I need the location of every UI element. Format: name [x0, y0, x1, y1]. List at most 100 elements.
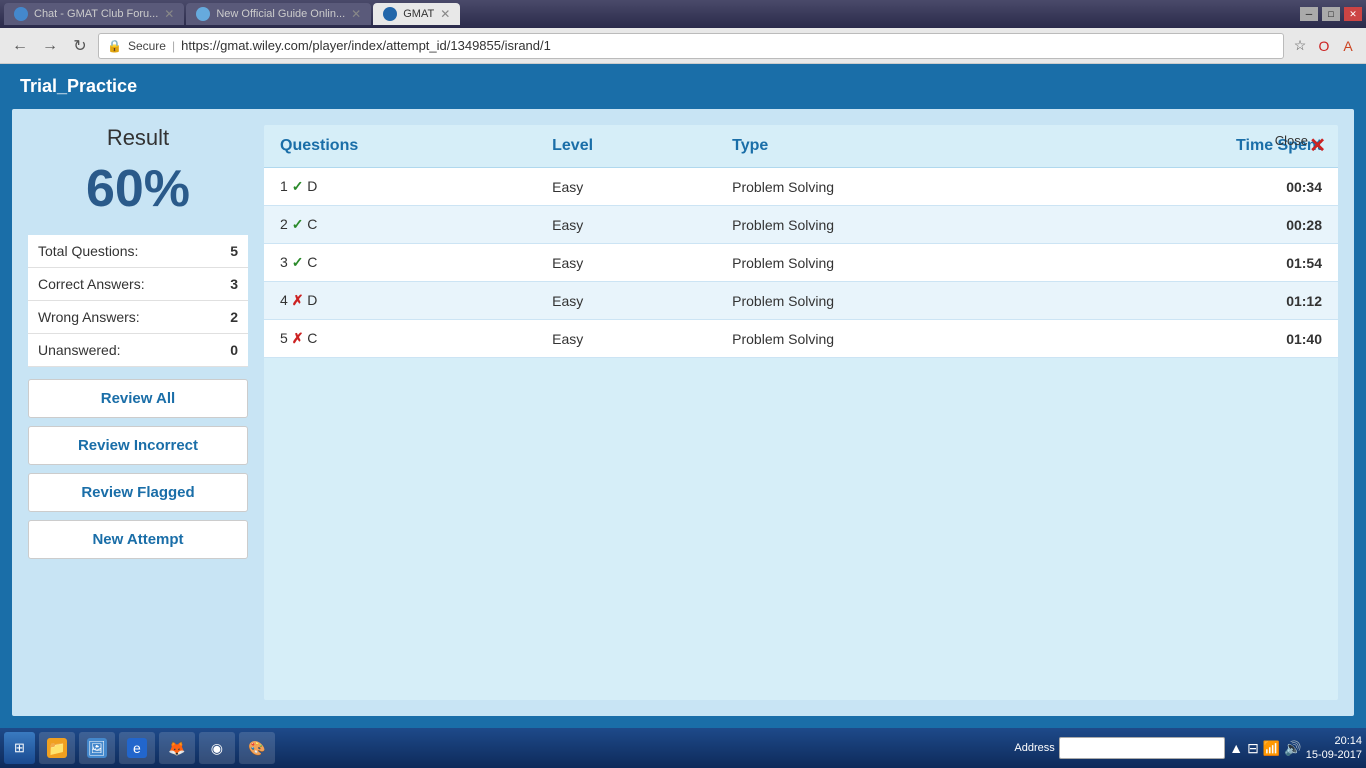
taskbar-file-manager[interactable]: 📁 [39, 732, 75, 764]
new-attempt-button[interactable]: New Attempt [28, 520, 248, 559]
close-label: Close [1275, 133, 1308, 148]
tab-og[interactable]: New Official Guide Onlin... ✕ [186, 3, 371, 25]
col-questions: Questions [264, 125, 536, 168]
photos-icon: 🖼 [87, 738, 107, 758]
start-button[interactable]: ⊞ [4, 732, 35, 764]
taskbar-clock: 20:14 15-09-2017 [1306, 734, 1362, 763]
correct-icon: ✓ [292, 254, 304, 270]
tab-og-favicon [196, 7, 210, 21]
tab-chat[interactable]: Chat - GMAT Club Foru... ✕ [4, 3, 184, 25]
q-type-cell: Problem Solving [716, 168, 1047, 206]
close-window-button[interactable]: ✕ [1344, 7, 1362, 21]
tab-chat-close[interactable]: ✕ [164, 7, 174, 21]
browser-title-bar: Chat - GMAT Club Foru... ✕ New Official … [0, 0, 1366, 28]
taskbar-ie[interactable]: e [119, 732, 155, 764]
bookmark-star-icon[interactable]: ☆ [1290, 36, 1310, 56]
tab-og-close[interactable]: ✕ [351, 7, 361, 21]
incorrect-icon: ✗ [292, 330, 304, 346]
q-level-cell: Easy [536, 320, 716, 358]
tab-gmat-close[interactable]: ✕ [440, 7, 450, 21]
minimize-button[interactable]: ─ [1300, 7, 1318, 21]
q-time-cell: 01:54 [1047, 244, 1338, 282]
refresh-button[interactable]: ↻ [68, 34, 92, 58]
q-answer: C [303, 330, 317, 346]
taskbar-photos[interactable]: 🖼 [79, 732, 115, 764]
forward-button[interactable]: → [38, 34, 62, 58]
stat-correct-value: 3 [208, 268, 248, 301]
file-manager-icon: 📁 [47, 738, 67, 758]
address-arrow-icon[interactable]: ▶ [1210, 742, 1218, 755]
q-number: 1 [280, 178, 292, 194]
q-level-cell: Easy [536, 206, 716, 244]
q-level-cell: Easy [536, 168, 716, 206]
table-row[interactable]: 2 ✓ C Easy Problem Solving 00:28 [264, 206, 1338, 244]
address-bar[interactable]: 🔒 Secure | https://gmat.wiley.com/player… [98, 33, 1284, 59]
paint-icon: 🎨 [247, 738, 267, 758]
address-input-field[interactable] [1066, 742, 1206, 754]
chevron-up-icon[interactable]: ▲ [1229, 740, 1243, 756]
incorrect-icon: ✗ [292, 292, 304, 308]
q-type-cell: Problem Solving [716, 282, 1047, 320]
ie-icon: e [127, 738, 147, 758]
table-row[interactable]: 3 ✓ C Easy Problem Solving 01:54 [264, 244, 1338, 282]
stat-wrong-label: Wrong Answers: [28, 301, 208, 334]
tab-chat-label: Chat - GMAT Club Foru... [34, 8, 158, 20]
q-time-cell: 01:40 [1047, 320, 1338, 358]
q-answer: C [303, 216, 317, 232]
q-time-cell: 00:28 [1047, 206, 1338, 244]
secure-icon: 🔒 [107, 39, 122, 53]
table-row[interactable]: 1 ✓ D Easy Problem Solving 00:34 [264, 168, 1338, 206]
maximize-button[interactable]: □ [1322, 7, 1340, 21]
volume-icon[interactable]: 🔊 [1284, 740, 1301, 757]
tab-gmat-favicon [383, 7, 397, 21]
start-icon: ⊞ [14, 740, 25, 756]
opera-icon[interactable]: O [1314, 36, 1334, 56]
table-header-row: Questions Level Type Time Spent [264, 125, 1338, 168]
stat-unanswered-value: 0 [208, 334, 248, 367]
q-number: 2 [280, 216, 292, 232]
firefox-icon: 🦊 [167, 738, 187, 758]
q-number-cell: 2 ✓ C [264, 206, 536, 244]
back-button[interactable]: ← [8, 34, 32, 58]
q-number: 3 [280, 254, 292, 270]
stat-unanswered-label: Unanswered: [28, 334, 208, 367]
url-text: https://gmat.wiley.com/player/index/atte… [181, 38, 1275, 53]
url-separator: | [172, 39, 175, 53]
correct-icon: ✓ [292, 216, 304, 232]
q-number-cell: 1 ✓ D [264, 168, 536, 206]
stat-correct-label: Correct Answers: [28, 268, 208, 301]
signal-icon[interactable]: 📶 [1263, 740, 1280, 757]
clock-time: 20:14 [1306, 734, 1362, 748]
chrome-icon: ◉ [207, 738, 227, 758]
stat-row-correct: Correct Answers: 3 [28, 268, 248, 301]
q-number-cell: 5 ✗ C [264, 320, 536, 358]
taskbar-right: Address ▶ ▲ ⊟ 📶 🔊 20:14 15-09-2017 [1014, 734, 1362, 763]
q-number-cell: 4 ✗ D [264, 282, 536, 320]
col-type: Type [716, 125, 1047, 168]
tab-gmat[interactable]: GMAT ✕ [373, 3, 460, 25]
acrobat-icon[interactable]: A [1338, 36, 1358, 56]
result-label: Result [28, 125, 248, 151]
network-icon[interactable]: ⊟ [1247, 740, 1259, 757]
page-title: Trial_Practice [20, 76, 137, 96]
tabs-area: Chat - GMAT Club Foru... ✕ New Official … [4, 3, 1292, 25]
close-icon[interactable]: ✕ [1309, 133, 1326, 158]
main-container: Trial_Practice Result 60% Total Question… [0, 64, 1366, 728]
review-flagged-button[interactable]: Review Flagged [28, 473, 248, 512]
review-incorrect-button[interactable]: Review Incorrect [28, 426, 248, 465]
q-answer: C [303, 254, 317, 270]
browser-toolbar: ← → ↻ 🔒 Secure | https://gmat.wiley.com/… [0, 28, 1366, 64]
left-panel: Result 60% Total Questions: 5 Correct An… [28, 125, 248, 700]
taskbar: ⊞ 📁 🖼 e 🦊 ◉ 🎨 Address ▶ ▲ ⊟ 📶 🔊 20:14 15… [0, 728, 1366, 768]
taskbar-paint[interactable]: 🎨 [239, 732, 275, 764]
q-level-cell: Easy [536, 244, 716, 282]
table-row[interactable]: 4 ✗ D Easy Problem Solving 01:12 [264, 282, 1338, 320]
address-input[interactable]: ▶ [1059, 737, 1225, 759]
system-icons: ▲ ⊟ 📶 🔊 [1229, 740, 1301, 757]
result-section: Result 60% [28, 125, 248, 219]
taskbar-chrome[interactable]: ◉ [199, 732, 235, 764]
taskbar-firefox[interactable]: 🦊 [159, 732, 195, 764]
table-row[interactable]: 5 ✗ C Easy Problem Solving 01:40 [264, 320, 1338, 358]
right-panel: Close ✕ Questions Level Type Time Spent … [264, 125, 1338, 700]
review-all-button[interactable]: Review All [28, 379, 248, 418]
